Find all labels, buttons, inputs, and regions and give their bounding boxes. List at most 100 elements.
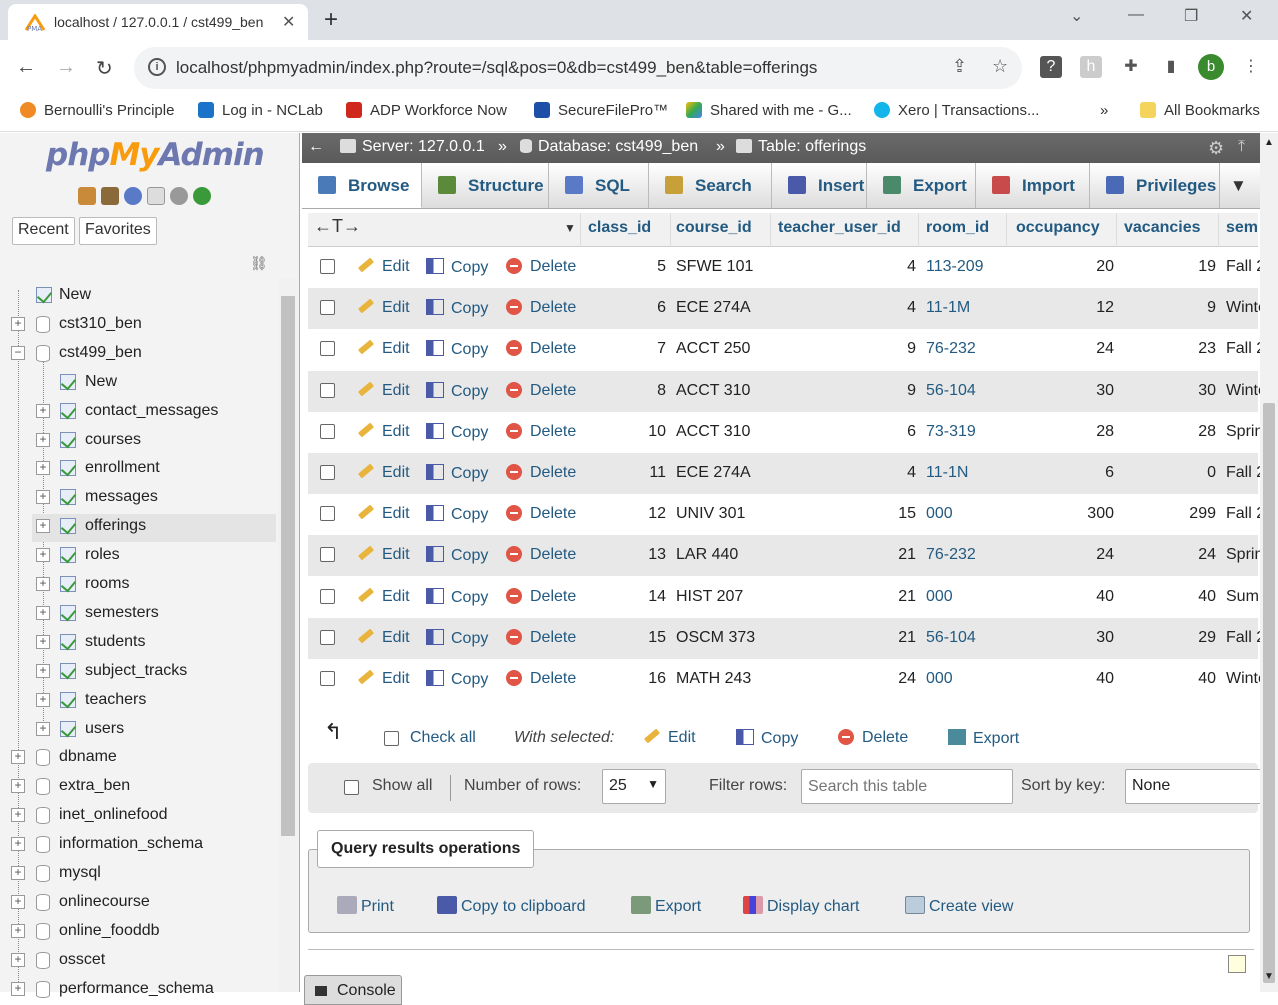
export-button[interactable]: Export — [631, 896, 701, 916]
favorites-tab[interactable]: Favorites — [79, 217, 157, 245]
row-copy-button[interactable]: Copy — [426, 628, 488, 648]
show-all-label[interactable]: Show all — [372, 777, 432, 795]
collapse-nav-icon[interactable]: ← — [308, 138, 324, 156]
table-item-offerings[interactable]: + offerings — [32, 514, 276, 543]
row-copy-button[interactable]: Copy — [426, 422, 488, 442]
database-item-information_schema[interactable]: + information_schema — [0, 832, 276, 860]
database-item-performance_schema[interactable]: + performance_schema — [0, 977, 276, 1005]
bookmark-item[interactable]: ADP Workforce Now — [346, 102, 507, 119]
omnibox[interactable]: i localhost/phpmyadmin/index.php?route=/… — [134, 47, 1022, 89]
table-item-teachers[interactable]: + teachers — [32, 688, 276, 716]
expand-icon[interactable]: + — [11, 952, 25, 967]
expand-icon[interactable]: + — [36, 692, 50, 707]
bulk-delete-button[interactable]: Delete — [838, 729, 908, 747]
table-item-subject_tracks[interactable]: + subject_tracks — [32, 659, 276, 687]
share-icon[interactable]: ⇪ — [952, 56, 967, 77]
database-item-cst310_ben[interactable]: + cst310_ben — [0, 312, 276, 340]
column-header-teacher_user_id[interactable]: teacher_user_id — [778, 219, 901, 237]
console-tab[interactable]: Console — [304, 975, 402, 1005]
row-copy-button[interactable]: Copy — [426, 587, 488, 607]
row-checkbox[interactable] — [320, 341, 335, 357]
row-copy-button[interactable]: Copy — [426, 299, 488, 318]
bookmark-item[interactable]: Xero | Transactions... — [874, 102, 1039, 119]
database-item-mysql[interactable]: + mysql — [0, 861, 276, 889]
row-delete-button[interactable]: Delete — [506, 258, 576, 276]
bookmark-item[interactable]: Bernoulli's Principle — [20, 102, 174, 119]
row-delete-button[interactable]: Delete — [506, 587, 576, 606]
tab-privileges[interactable]: Privileges — [1090, 163, 1220, 208]
row-checkbox[interactable] — [320, 588, 335, 604]
breadcrumb-server[interactable]: Server: 127.0.0.1 — [340, 138, 485, 156]
expand-icon[interactable]: + — [36, 605, 50, 620]
row-delete-button[interactable]: Delete — [506, 505, 576, 523]
tab-sql[interactable]: SQL — [549, 163, 649, 208]
cell-room-id[interactable]: 000 — [926, 670, 953, 688]
home-icon[interactable] — [78, 187, 96, 205]
reload-icon[interactable]: ↻ — [96, 56, 113, 81]
settings-gear-icon[interactable] — [170, 187, 188, 205]
table-item-contact_messages[interactable]: + contact_messages — [32, 399, 276, 427]
close-tab-icon[interactable]: ✕ — [282, 12, 295, 32]
more-bookmarks-icon[interactable]: » — [1100, 102, 1108, 119]
table-item-messages[interactable]: + messages — [32, 485, 276, 513]
cell-room-id[interactable]: 000 — [926, 588, 953, 606]
expand-icon[interactable]: + — [11, 808, 25, 823]
row-edit-button[interactable]: Edit — [357, 422, 410, 441]
cell-room-id[interactable]: 56-104 — [926, 629, 976, 647]
row-checkbox[interactable] — [320, 506, 335, 522]
bulk-edit-button[interactable]: Edit — [643, 728, 696, 747]
column-header-class_id[interactable]: class_id — [588, 219, 651, 237]
table-item-roles[interactable]: + roles — [32, 543, 276, 571]
column-header-sem[interactable]: sem — [1226, 219, 1260, 237]
row-checkbox[interactable] — [320, 423, 335, 439]
expand-icon[interactable]: + — [36, 461, 50, 476]
table-item-students[interactable]: + students — [32, 630, 276, 658]
bookmark-item[interactable]: Log in - NCLab — [198, 102, 323, 119]
bookmark-star-icon[interactable]: ☆ — [992, 56, 1008, 77]
extensions-puzzle-icon[interactable]: ✚ — [1120, 56, 1142, 78]
row-delete-button[interactable]: Delete — [506, 670, 576, 688]
column-header-vacancies[interactable]: vacancies — [1124, 219, 1201, 237]
row-edit-button[interactable]: Edit — [357, 298, 410, 317]
cell-room-id[interactable]: 11-1M — [926, 299, 970, 317]
phpmyadmin-logo[interactable]: phpMyAdmin — [46, 137, 265, 173]
minimize-icon[interactable]: — — [1128, 6, 1144, 24]
row-edit-button[interactable]: Edit — [357, 628, 410, 647]
tab-browse[interactable]: Browse — [302, 163, 422, 208]
more-tabs-icon[interactable]: ▼ — [1230, 163, 1260, 208]
print-button[interactable]: Print — [337, 896, 394, 916]
database-item-extra_ben[interactable]: + extra_ben — [0, 774, 276, 802]
bookmark-item[interactable]: Shared with me - G... — [686, 102, 852, 119]
database-item-onlinecourse[interactable]: + onlinecourse — [0, 890, 276, 918]
row-edit-button[interactable]: Edit — [357, 339, 410, 358]
tab-export[interactable]: Export — [867, 163, 976, 208]
row-edit-button[interactable]: Edit — [357, 545, 410, 564]
row-copy-button[interactable]: Copy — [426, 258, 488, 277]
side-panel-icon[interactable]: ▮ — [1160, 56, 1182, 78]
expand-icon[interactable]: + — [36, 634, 50, 649]
row-edit-button[interactable]: Edit — [357, 587, 410, 606]
row-edit-button[interactable]: Edit — [357, 463, 410, 482]
maximize-icon[interactable]: ❐ — [1184, 6, 1198, 26]
row-delete-button[interactable]: Delete — [506, 299, 576, 317]
check-all-checkbox[interactable] — [384, 731, 399, 746]
breadcrumb-database[interactable]: Database: cst499_ben — [520, 138, 698, 156]
database-item-online_fooddb[interactable]: + online_fooddb — [0, 919, 276, 947]
sort-options-icon[interactable]: ▼ — [564, 221, 576, 235]
column-header-occupancy[interactable]: occupancy — [1016, 219, 1100, 237]
page-settings-icon[interactable] — [1228, 955, 1246, 973]
rows-count-select[interactable]: 25 ▼ — [602, 769, 666, 804]
expand-icon[interactable]: + — [11, 923, 25, 938]
collapse-icon[interactable]: − — [11, 345, 25, 360]
expand-icon[interactable]: + — [36, 577, 50, 591]
expand-icon[interactable]: + — [11, 981, 25, 996]
all-bookmarks-button[interactable]: All Bookmarks — [1140, 102, 1260, 119]
expand-icon[interactable]: + — [36, 548, 50, 563]
bulk-export-button[interactable]: Export — [948, 729, 1019, 748]
main-scrollbar[interactable]: ▲ ▼ — [1260, 133, 1278, 992]
expand-icon[interactable]: + — [11, 779, 25, 794]
cell-room-id[interactable]: 76-232 — [926, 546, 976, 564]
tab-search-icon[interactable]: ⌄ — [1070, 6, 1083, 26]
table-item-semesters[interactable]: + semesters — [32, 601, 276, 629]
back-icon[interactable]: ← — [16, 56, 36, 79]
